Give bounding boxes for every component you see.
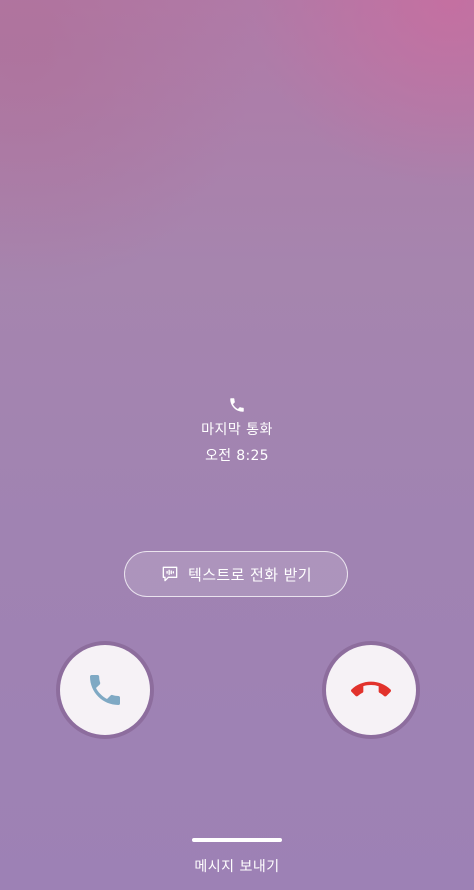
last-call-time: 오전 8:25 bbox=[205, 448, 269, 464]
chat-waveform-icon bbox=[162, 566, 178, 582]
decline-call-button[interactable] bbox=[326, 645, 416, 735]
hang-up-icon bbox=[351, 681, 391, 697]
last-call-info: 마지막 통화 오전 8:25 bbox=[0, 396, 474, 466]
phone-icon bbox=[90, 675, 120, 705]
phone-icon bbox=[230, 398, 244, 412]
home-indicator[interactable] bbox=[192, 838, 282, 842]
answer-with-text-label: 텍스트로 전화 받기 bbox=[188, 565, 312, 584]
accept-call-button[interactable] bbox=[60, 645, 150, 735]
last-call-label: 마지막 통화 bbox=[201, 422, 273, 438]
send-message-button[interactable]: 메시지 보내기 bbox=[0, 857, 474, 877]
incoming-call-screen: 마지막 통화 오전 8:25 텍스트로 전화 받기 메시지 보내기 bbox=[0, 0, 474, 890]
answer-with-text-button[interactable]: 텍스트로 전화 받기 bbox=[124, 551, 348, 597]
